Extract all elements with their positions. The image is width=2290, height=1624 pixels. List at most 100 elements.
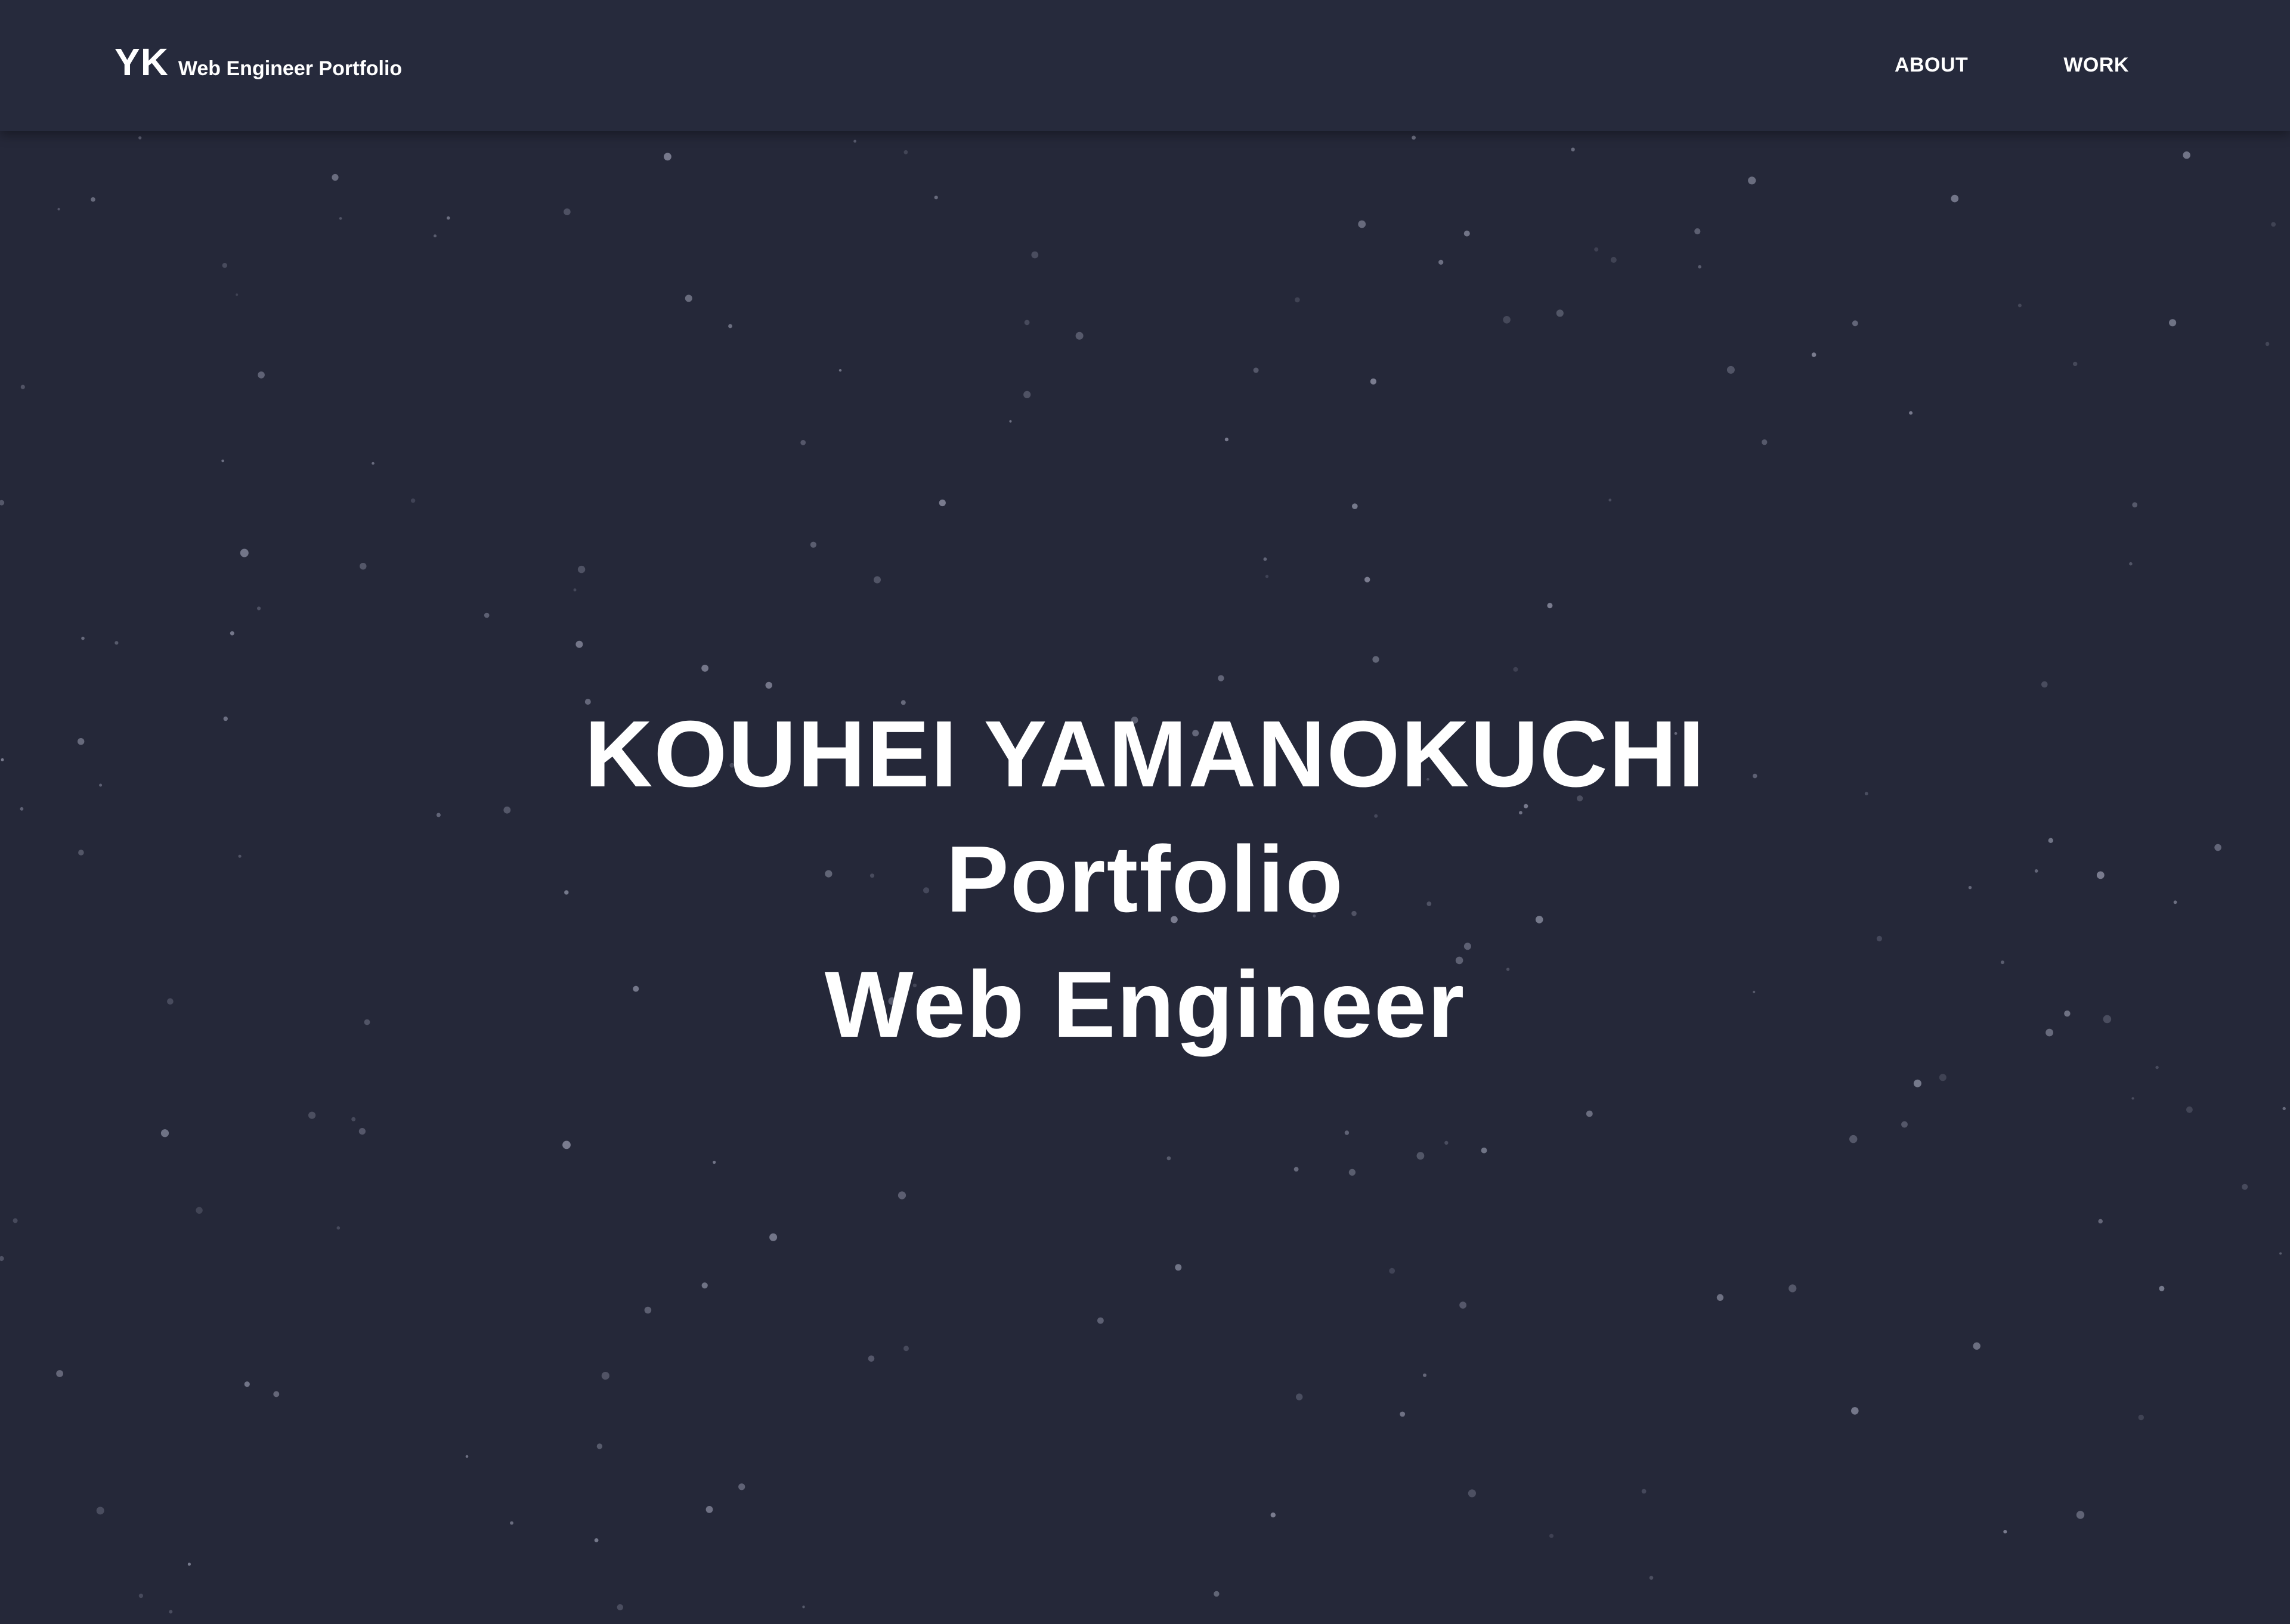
star-dot	[114, 641, 119, 645]
brand-logo-link[interactable]: YK Web Engineer Portfolio	[114, 43, 402, 81]
star-dot	[2132, 502, 2138, 508]
star-dot	[0, 500, 5, 506]
star-dot	[138, 136, 142, 140]
star-dot	[738, 1483, 745, 1490]
star-dot	[617, 1604, 624, 1611]
star-dot	[1166, 1156, 1171, 1161]
star-dot	[810, 541, 816, 548]
star-dot	[1265, 575, 1269, 578]
star-dot	[769, 1233, 778, 1241]
star-dot	[434, 234, 437, 238]
star-dot	[685, 295, 692, 302]
star-dot	[447, 216, 450, 220]
star-dot	[1748, 176, 1756, 185]
star-dot	[1175, 1264, 1182, 1271]
star-dot	[1698, 265, 1701, 269]
star-dot	[1009, 420, 1012, 423]
star-dot	[169, 1610, 173, 1614]
star-dot	[2098, 1219, 2103, 1224]
star-dot	[802, 1606, 805, 1608]
star-dot	[2017, 303, 2022, 308]
star-dot	[1024, 320, 1030, 326]
star-dot	[56, 1370, 63, 1377]
star-dot	[1459, 1301, 1467, 1309]
star-dot	[701, 1282, 708, 1289]
star-dot	[1547, 603, 1553, 609]
star-dot	[577, 565, 586, 574]
star-dot	[308, 1111, 316, 1119]
star-dot	[465, 1455, 469, 1458]
star-dot	[372, 461, 375, 465]
star-dot	[1358, 220, 1366, 228]
star-dot	[1608, 498, 1612, 502]
star-dot	[1594, 247, 1599, 252]
star-dot	[594, 1538, 599, 1542]
star-dot	[1263, 557, 1267, 561]
star-dot	[484, 612, 490, 618]
star-dot	[2186, 1106, 2193, 1113]
star-dot	[573, 588, 577, 591]
star-dot	[1788, 1284, 1797, 1293]
star-dot	[1571, 147, 1575, 151]
star-dot	[800, 440, 806, 445]
star-dot	[1352, 503, 1358, 509]
star-dot	[1412, 135, 1416, 140]
star-dot	[1463, 230, 1470, 237]
star-dot	[339, 217, 342, 220]
star-dot	[273, 1391, 280, 1397]
star-dot	[1344, 1130, 1350, 1135]
star-dot	[91, 197, 95, 202]
star-dot	[1641, 1489, 1647, 1494]
star-dot	[1253, 367, 1259, 373]
star-dot	[644, 1306, 652, 1314]
star-dot	[1726, 365, 1735, 374]
star-dot	[575, 640, 583, 648]
star-dot	[1503, 316, 1511, 324]
star-dot	[868, 1355, 875, 1362]
star-dot	[1270, 1513, 1276, 1518]
star-dot	[939, 499, 946, 507]
star-dot	[903, 150, 908, 154]
star-dot	[2041, 681, 2048, 688]
star-dot	[2138, 1414, 2144, 1421]
star-dot	[351, 1117, 356, 1121]
star-dot	[1716, 1294, 1723, 1301]
star-dot	[1649, 1576, 1654, 1580]
star-dot	[2131, 1097, 2134, 1100]
star-dot	[13, 1218, 18, 1223]
star-dot	[236, 293, 239, 296]
star-dot	[1913, 1079, 1921, 1087]
star-dot	[1762, 439, 1768, 445]
star-dot	[1481, 1147, 1487, 1154]
main-nav: ABOUT WORK	[1895, 55, 2129, 75]
star-dot	[2183, 151, 2190, 159]
star-dot	[701, 664, 708, 672]
star-dot	[360, 563, 367, 570]
star-dot	[1293, 1167, 1299, 1172]
star-dot	[713, 1160, 716, 1164]
star-dot	[2003, 1530, 2007, 1534]
star-dot	[1416, 1152, 1425, 1160]
star-dot	[0, 1256, 4, 1262]
star-dot	[934, 196, 938, 200]
star-dot	[510, 1521, 513, 1525]
nav-link-about[interactable]: ABOUT	[1895, 55, 1968, 75]
brand-mark: YK	[114, 41, 169, 83]
star-dot	[332, 173, 339, 181]
star-dot	[336, 1226, 341, 1230]
star-dot	[187, 1563, 191, 1566]
nav-link-work[interactable]: WORK	[2063, 55, 2129, 75]
hero-portfolio: Portfolio	[946, 827, 1344, 932]
star-dot	[1097, 1317, 1104, 1324]
star-dot	[1694, 228, 1701, 235]
star-dot	[2242, 1183, 2248, 1190]
star-dot	[564, 208, 571, 216]
star-dot	[2073, 361, 2078, 367]
star-dot	[1214, 1591, 1220, 1597]
star-dot	[1556, 309, 1564, 317]
star-dot	[240, 548, 249, 557]
star-dot	[1438, 259, 1444, 265]
star-dot	[1901, 1121, 1908, 1128]
site-header: YK Web Engineer Portfolio ABOUT WORK	[0, 0, 2290, 131]
star-dot	[853, 140, 856, 143]
